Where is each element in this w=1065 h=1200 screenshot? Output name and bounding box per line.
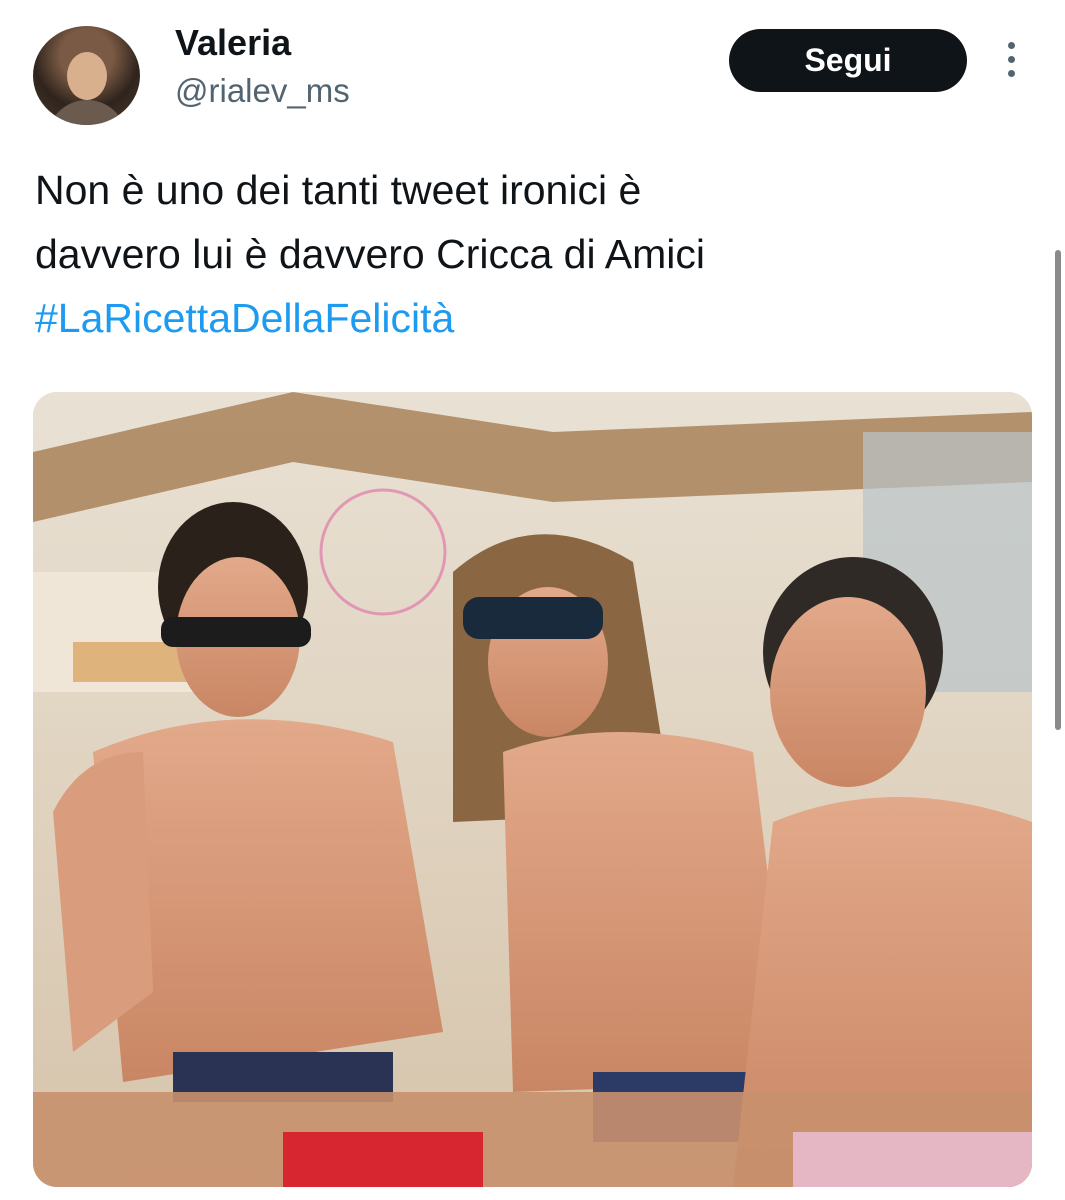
avatar[interactable] (33, 26, 140, 125)
more-vertical-icon[interactable] (1002, 42, 1020, 82)
scrollbar[interactable] (1055, 250, 1061, 730)
author-name[interactable]: Valeria (175, 22, 291, 64)
avatar-face (67, 52, 107, 100)
hashtag-link[interactable]: #LaRicettaDellaFelicità (35, 286, 995, 350)
tweet-text: Non è uno dei tanti tweet ironici è davv… (35, 158, 995, 350)
tweet-text-line: davvero lui è davvero Cricca di Amici (35, 231, 705, 277)
tweet-text-line: Non è uno dei tanti tweet ironici è (35, 167, 642, 213)
avatar-shoulder (47, 100, 127, 125)
beach-photo (33, 392, 1032, 1187)
follow-button[interactable]: Segui (729, 29, 967, 92)
author-handle[interactable]: @rialev_ms (175, 72, 350, 110)
tweet-media-image[interactable] (33, 392, 1032, 1187)
